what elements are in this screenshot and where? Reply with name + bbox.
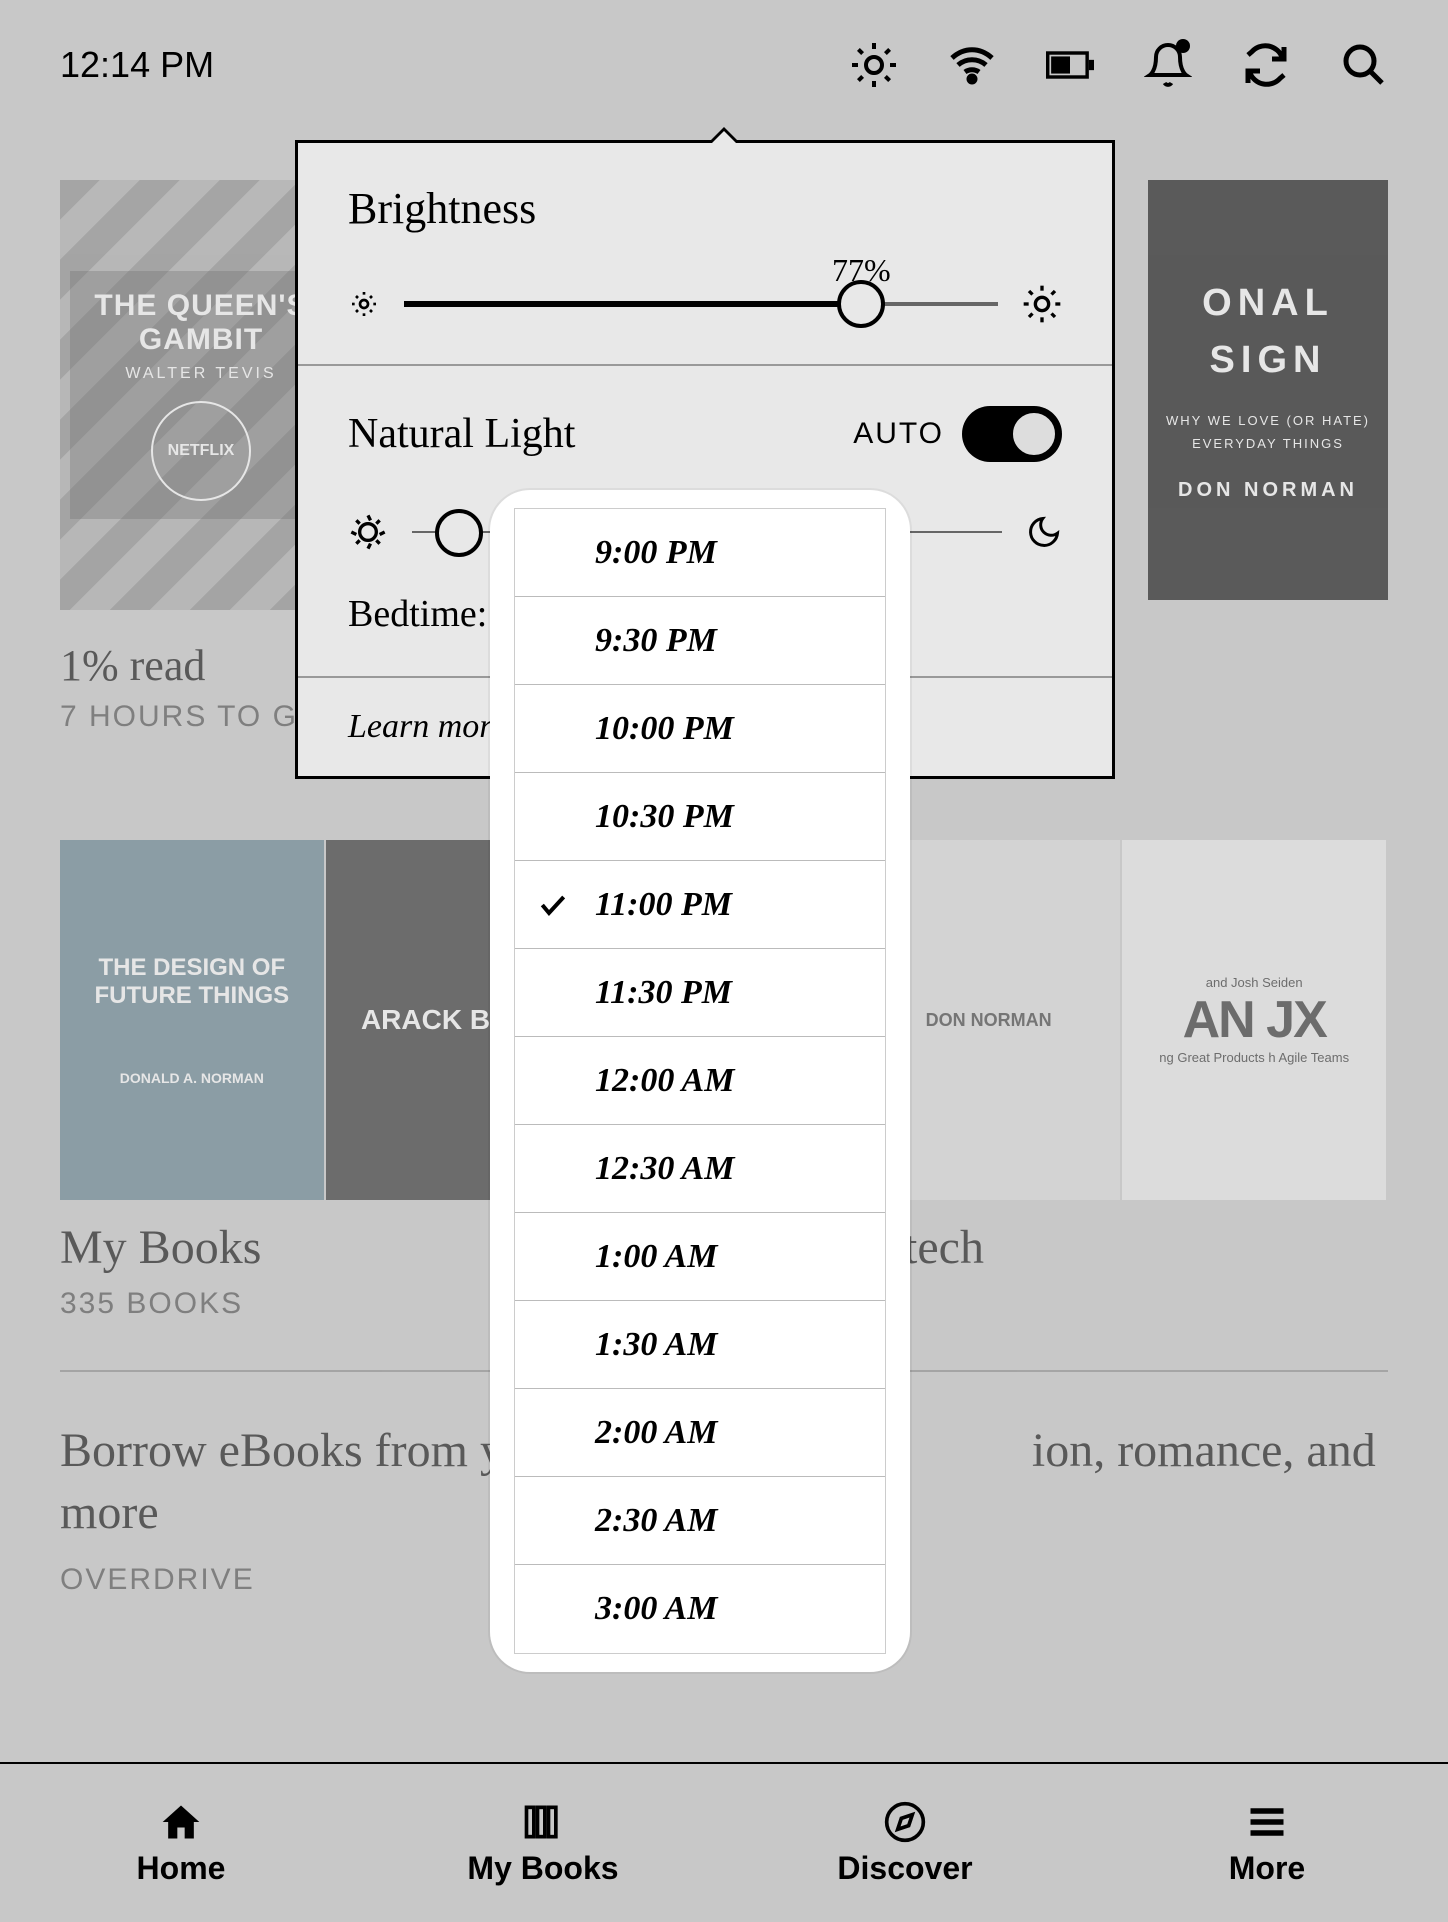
time-option[interactable]: 9:30 PM	[515, 597, 885, 685]
moon-icon	[1026, 514, 1062, 550]
book-author: WALTER TEVIS	[88, 365, 314, 383]
slider-thumb[interactable]	[837, 280, 885, 328]
time-option[interactable]: 10:30 PM	[515, 773, 885, 861]
sun-outline-icon	[348, 512, 388, 552]
sun-small-icon	[348, 288, 380, 320]
brightness-slider[interactable]: 77%	[348, 284, 1062, 324]
book-cover[interactable]: and Josh Seiden AN JX ng Great Products …	[1122, 840, 1388, 1200]
brightness-heading: Brightness	[348, 183, 1062, 234]
check-icon	[537, 889, 569, 921]
brightness-icon[interactable]	[850, 41, 898, 89]
bottom-nav: Home My Books Discover More	[0, 1762, 1448, 1922]
time-option-label: 2:30 AM	[595, 1502, 717, 1540]
time-option-label: 11:00 PM	[595, 886, 732, 924]
time-option[interactable]: 3:00 AM	[515, 1565, 885, 1653]
time-option-label: 10:30 PM	[595, 798, 734, 836]
time-option[interactable]: 1:30 AM	[515, 1301, 885, 1389]
time-option-label: 12:30 AM	[595, 1150, 734, 1188]
my-books-section[interactable]: My Books 335 BOOKS	[60, 1220, 261, 1321]
time-option[interactable]: 2:00 AM	[515, 1389, 885, 1477]
natural-light-heading: Natural Light	[348, 410, 575, 458]
time-option-label: 11:30 PM	[595, 974, 732, 1012]
books-icon	[521, 1800, 565, 1844]
sync-icon[interactable]	[1242, 41, 1290, 89]
time-option-label: 12:00 AM	[595, 1062, 734, 1100]
time-option-label: 10:00 PM	[595, 710, 734, 748]
time-option-label: 9:30 PM	[595, 622, 717, 660]
battery-icon[interactable]	[1046, 41, 1094, 89]
status-bar: 12:14 PM	[0, 0, 1448, 130]
time-option[interactable]: 10:00 PM	[515, 685, 885, 773]
book-count: 335 BOOKS	[60, 1287, 261, 1321]
time-option-label: 1:00 AM	[595, 1238, 717, 1276]
notification-dot	[1176, 39, 1190, 53]
time-option[interactable]: 9:00 PM	[515, 509, 885, 597]
time-option-label: 3:00 AM	[595, 1590, 717, 1628]
section-title: My Books	[60, 1220, 261, 1275]
time-remaining: 7 HOURS TO GO	[60, 700, 323, 734]
time-option[interactable]: 1:00 AM	[515, 1213, 885, 1301]
search-icon[interactable]	[1340, 41, 1388, 89]
compass-icon	[883, 1800, 927, 1844]
nav-home[interactable]: Home	[0, 1764, 362, 1922]
menu-icon	[1245, 1800, 1289, 1844]
book-cover-design[interactable]: ONAL SIGN WHY WE LOVE (OR HATE) EVERYDAY…	[1148, 180, 1388, 600]
wifi-icon[interactable]	[948, 41, 996, 89]
auto-toggle[interactable]	[962, 406, 1062, 462]
bedtime-time-picker: 9:00 PM 9:30 PM 10:00 PM 10:30 PM 11:00 PM 11…	[490, 490, 910, 1672]
clock: 12:14 PM	[60, 44, 214, 86]
auto-label: AUTO	[853, 417, 944, 451]
home-icon	[159, 1800, 203, 1844]
time-option[interactable]: 2:30 AM	[515, 1477, 885, 1565]
slider-thumb[interactable]	[435, 509, 483, 557]
sun-large-icon	[1022, 284, 1062, 324]
time-option[interactable]: 11:00 PM	[515, 861, 885, 949]
nav-my-books[interactable]: My Books	[362, 1764, 724, 1922]
reading-progress: 1% read	[60, 640, 205, 691]
time-option[interactable]: 12:00 AM	[515, 1037, 885, 1125]
time-option-label: 2:00 AM	[595, 1414, 717, 1452]
book-title: THE QUEEN'S GAMBIT	[88, 289, 314, 357]
time-option[interactable]: 12:30 AM	[515, 1125, 885, 1213]
time-option-label: 9:00 PM	[595, 534, 717, 572]
netflix-badge: NETFLIX	[151, 401, 251, 501]
nav-discover[interactable]: Discover	[724, 1764, 1086, 1922]
time-option[interactable]: 11:30 PM	[515, 949, 885, 1037]
book-cover[interactable]: THE DESIGN OF FUTURE THINGS DONALD A. NO…	[60, 840, 326, 1200]
time-option-label: 1:30 AM	[595, 1326, 717, 1364]
nav-more[interactable]: More	[1086, 1764, 1448, 1922]
notification-bell-icon[interactable]	[1144, 41, 1192, 89]
popover-arrow	[708, 127, 740, 143]
